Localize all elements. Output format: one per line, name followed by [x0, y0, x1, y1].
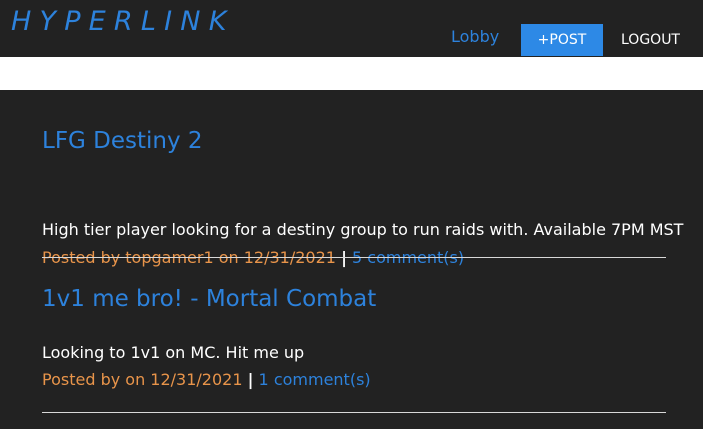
logout-button[interactable]: LOGOUT	[621, 31, 680, 49]
post-card: LFG Destiny 2 High tier player looking f…	[42, 126, 683, 267]
top-navbar: HYPERLINK Lobby +POST LOGOUT	[0, 0, 703, 57]
post-body: High tier player looking for a destiny g…	[42, 220, 684, 239]
header-banner-bar	[0, 57, 703, 90]
nav-lobby-link[interactable]: Lobby	[451, 27, 499, 47]
new-post-button[interactable]: +POST	[521, 24, 603, 56]
post-divider	[42, 412, 666, 413]
post-divider	[42, 257, 666, 258]
post-title-link[interactable]: LFG Destiny 2	[42, 126, 203, 156]
post-card: 1v1 me bro! - Mortal Combat Looking to 1…	[42, 284, 666, 414]
comments-link[interactable]: 1 comment(s)	[259, 370, 371, 389]
brand-logo[interactable]: HYPERLINK	[11, 4, 235, 40]
post-author-date: Posted by on 12/31/2021	[42, 370, 243, 389]
post-title-link[interactable]: 1v1 me bro! - Mortal Combat	[42, 284, 376, 314]
post-meta: Posted by on 12/31/2021 | 1 comment(s)	[42, 370, 371, 390]
post-meta: Posted by topgamer1 on 12/31/2021 | 5 co…	[42, 248, 464, 268]
meta-separator: |	[247, 370, 254, 389]
post-feed: LFG Destiny 2 High tier player looking f…	[0, 90, 703, 429]
post-body: Looking to 1v1 on MC. Hit me up	[42, 343, 305, 362]
